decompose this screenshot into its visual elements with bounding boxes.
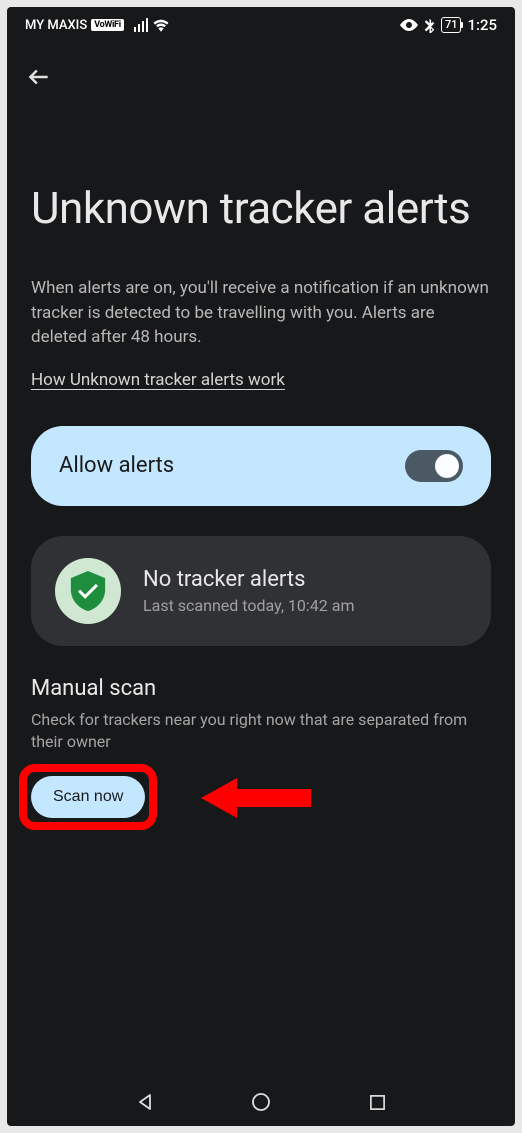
battery-indicator: 71 <box>441 17 462 33</box>
status-text: No tracker alerts Last scanned today, 10… <box>143 567 467 615</box>
how-it-works-link[interactable]: How Unknown tracker alerts work <box>31 370 285 390</box>
square-recent-icon <box>369 1094 386 1111</box>
battery-level: 71 <box>445 18 458 31</box>
phone-screen: MY MAXIS VoWiFi 71 1:25 <box>7 7 515 1126</box>
allow-alerts-card: Allow alerts <box>31 426 491 506</box>
nav-recent-button[interactable] <box>363 1088 391 1116</box>
nav-home-button[interactable] <box>247 1088 275 1116</box>
app-bar <box>7 43 515 101</box>
page-description: When alerts are on, you'll receive a not… <box>31 276 491 350</box>
carrier-label: MY MAXIS <box>25 18 87 33</box>
circle-home-icon <box>251 1092 271 1112</box>
annotation-arrow-icon <box>201 772 311 824</box>
tracker-status-card: No tracker alerts Last scanned today, 10… <box>31 536 491 646</box>
allow-alerts-label: Allow alerts <box>59 453 174 478</box>
triangle-back-icon <box>136 1093 154 1111</box>
status-left: MY MAXIS VoWiFi <box>25 18 170 33</box>
status-right: 71 1:25 <box>400 16 497 34</box>
page-title: Unknown tracker alerts <box>31 181 491 236</box>
bluetooth-icon <box>424 17 435 33</box>
scan-now-button[interactable]: Scan now <box>31 776 145 818</box>
arrow-left-icon <box>26 64 52 90</box>
allow-alerts-toggle[interactable] <box>405 450 463 482</box>
nav-back-button[interactable] <box>131 1088 159 1116</box>
wifi-icon <box>152 18 170 32</box>
navigation-bar <box>7 1078 515 1126</box>
signal-icon <box>134 19 149 32</box>
status-bar: MY MAXIS VoWiFi 71 1:25 <box>7 7 515 43</box>
manual-scan-description: Check for trackers near you right now th… <box>31 709 491 754</box>
status-subtitle: Last scanned today, 10:42 am <box>143 596 467 615</box>
manual-scan-title: Manual scan <box>31 676 491 701</box>
eye-icon <box>400 19 418 31</box>
scan-button-highlight: Scan now <box>31 776 145 818</box>
shield-check-icon <box>55 558 121 624</box>
status-title: No tracker alerts <box>143 567 467 592</box>
vowifi-badge: VoWiFi <box>91 19 124 31</box>
toggle-thumb <box>435 454 459 478</box>
clock: 1:25 <box>467 16 497 34</box>
content: Unknown tracker alerts When alerts are o… <box>7 101 515 1078</box>
back-button[interactable] <box>25 63 53 91</box>
